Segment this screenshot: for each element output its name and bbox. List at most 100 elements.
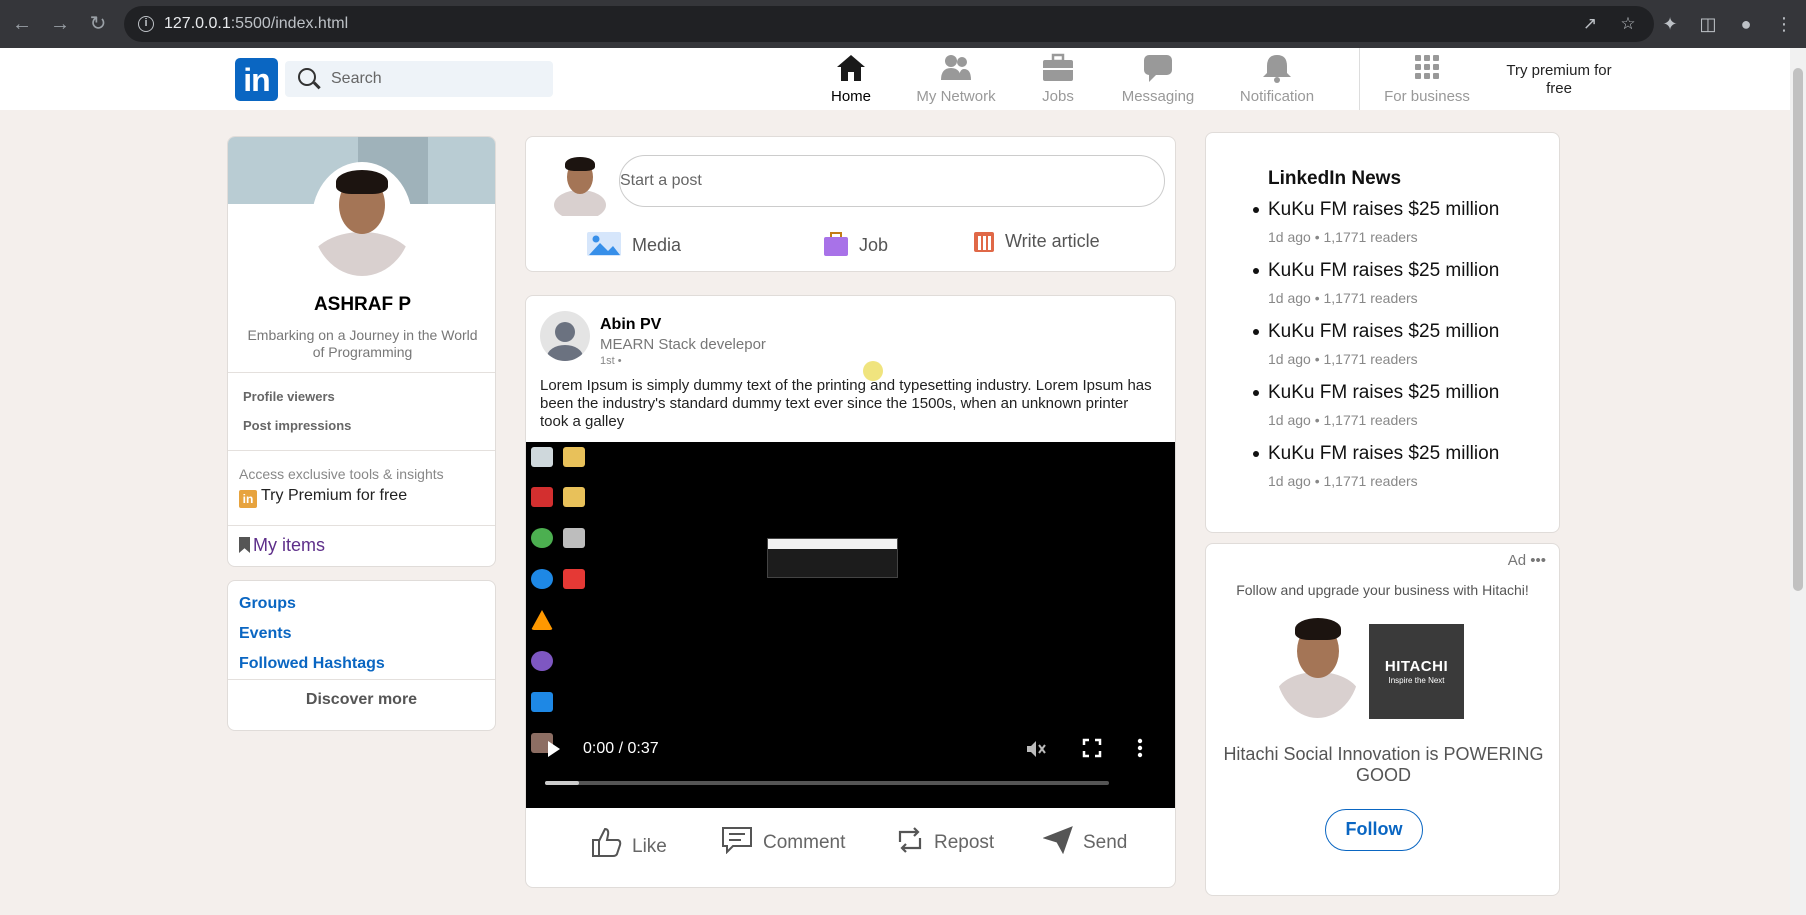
send-button[interactable]: Send — [1042, 826, 1127, 860]
shortcut-icon — [531, 651, 553, 671]
image-icon — [586, 231, 622, 262]
start-post-input[interactable]: Start a post — [619, 155, 1165, 207]
connection-degree: 1st • — [600, 355, 622, 367]
news-title: LinkedIn News — [1268, 168, 1402, 189]
address-bar[interactable]: i 127.0.0.1:5500/index.html ↗ ☆ — [124, 6, 1654, 42]
nav-jobs[interactable]: Jobs — [1036, 52, 1080, 110]
menu-icon[interactable]: ⋮ — [1772, 12, 1796, 36]
post-impressions-link[interactable]: Post impressions — [243, 418, 351, 433]
nav-divider — [1359, 48, 1360, 110]
post-author[interactable]: Abin PV — [600, 316, 661, 334]
installer-icon — [563, 528, 585, 548]
ad-title: Hitachi Social Innovation is POWERING GO… — [1223, 744, 1544, 785]
job-icon — [823, 231, 849, 262]
nav-messaging[interactable]: Messaging — [1118, 52, 1198, 110]
search-icon — [298, 68, 316, 86]
bullet — [1253, 207, 1259, 213]
chrome-icon — [531, 528, 553, 548]
divider — [228, 372, 495, 373]
article-icon — [973, 231, 995, 258]
bullet — [1253, 329, 1259, 335]
ad-user-avatar — [1275, 610, 1360, 718]
vscode-icon — [531, 692, 553, 712]
back-icon[interactable]: ← — [10, 12, 34, 36]
try-premium-link[interactable]: Try premium for free — [1500, 62, 1618, 98]
video-time: 0:00 / 0:37 — [583, 740, 659, 757]
reload-icon[interactable]: ↻ — [86, 12, 110, 36]
share-icon[interactable]: ↗ — [1580, 14, 1600, 34]
premium-badge-icon: in — [239, 490, 257, 508]
network-icon — [939, 52, 973, 84]
mute-icon[interactable] — [1025, 738, 1047, 760]
events-link[interactable]: Events — [239, 625, 291, 643]
groups-card: Groups Events Followed Hashtags Discover… — [227, 580, 496, 731]
divider — [228, 450, 495, 451]
top-nav: in Home My Network Jobs Messaging Notifi… — [0, 48, 1790, 110]
search-box[interactable] — [285, 61, 553, 97]
home-icon — [834, 52, 868, 84]
play-icon[interactable] — [547, 740, 561, 758]
more-options-icon[interactable] — [1137, 738, 1143, 758]
user-avatar[interactable] — [554, 154, 606, 216]
video-progress-bar[interactable] — [545, 781, 1109, 785]
chat-icon — [1141, 52, 1175, 84]
folder-icon — [563, 447, 585, 467]
ad-label[interactable]: Ad ••• — [1508, 552, 1546, 569]
access-text: Access exclusive tools & insights — [239, 466, 444, 482]
nav-notification[interactable]: Notification — [1236, 52, 1318, 110]
bullet — [1253, 451, 1259, 457]
divider — [228, 525, 495, 526]
ad-tagline: Follow and upgrade your business with Hi… — [1236, 582, 1529, 598]
folder-icon — [563, 487, 585, 507]
like-button[interactable]: Like — [590, 826, 667, 864]
write-article-button[interactable]: Write article — [973, 231, 1100, 258]
hitachi-logo: HITACHI Inspire the Next — [1369, 624, 1464, 719]
my-items-link[interactable]: My items — [239, 535, 325, 556]
premium-link[interactable]: in Try Premium for free — [239, 487, 407, 508]
author-avatar[interactable] — [540, 311, 590, 361]
url-text: 127.0.0.1:5500/index.html — [164, 15, 349, 32]
thumbs-up-icon — [590, 826, 622, 864]
feed-post: Abin PV MEARN Stack develepor 1st • Lore… — [525, 295, 1176, 888]
briefcase-icon — [1041, 52, 1075, 84]
bullet — [1253, 268, 1259, 274]
scrollbar-thumb[interactable] — [1793, 68, 1803, 591]
search-input[interactable] — [331, 61, 541, 97]
grid-icon — [1410, 52, 1444, 84]
profile-icon[interactable]: ● — [1734, 12, 1758, 36]
bookmark-star-icon[interactable]: ☆ — [1618, 14, 1638, 34]
nav-my-network[interactable]: My Network — [908, 52, 1004, 110]
post-video[interactable]: 0:00 / 0:37 — [526, 442, 1175, 808]
browser-toolbar: ← → ↻ i 127.0.0.1:5500/index.html ↗ ☆ ✦ … — [0, 0, 1806, 48]
site-info-icon[interactable]: i — [138, 16, 154, 32]
profile-avatar[interactable] — [312, 162, 412, 276]
job-button[interactable]: Job — [823, 231, 888, 262]
media-button[interactable]: Media — [586, 231, 681, 262]
page-scrollbar[interactable] — [1790, 48, 1806, 915]
news-card: LinkedIn News KuKu FM raises $25 million… — [1205, 132, 1560, 533]
post-actions: Like Comment Repost Send — [526, 808, 1175, 878]
extensions-icon[interactable]: ✦ — [1658, 12, 1682, 36]
followed-hashtags-link[interactable]: Followed Hashtags — [239, 655, 385, 673]
post-text: Lorem Ipsum is simply dummy text of the … — [540, 377, 1152, 430]
screen-recorder-icon — [563, 569, 585, 589]
groups-link[interactable]: Groups — [239, 595, 296, 613]
profile-name[interactable]: ASHRAF P — [228, 294, 495, 316]
nav-for-business[interactable]: For business — [1383, 52, 1471, 110]
side-panel-icon[interactable]: ◫ — [1696, 12, 1720, 36]
repost-button[interactable]: Repost — [896, 826, 994, 860]
forward-icon[interactable]: → — [48, 12, 72, 36]
recycle-bin-icon — [531, 447, 553, 467]
comment-icon — [721, 826, 753, 860]
profile-viewers-link[interactable]: Profile viewers — [243, 389, 335, 404]
profile-headline: Embarking on a Journey in the World of P… — [247, 327, 478, 360]
repost-icon — [896, 826, 924, 860]
profile-card: ASHRAF P Embarking on a Journey in the W… — [227, 136, 496, 567]
comment-button[interactable]: Comment — [721, 826, 845, 860]
discover-more-button[interactable]: Discover more — [228, 691, 495, 709]
nav-home[interactable]: Home — [825, 52, 877, 110]
follow-button[interactable]: Follow — [1325, 809, 1423, 851]
linkedin-logo[interactable]: in — [235, 58, 278, 101]
ad-card: Ad ••• Follow and upgrade your business … — [1205, 543, 1560, 896]
fullscreen-icon[interactable] — [1082, 738, 1102, 758]
